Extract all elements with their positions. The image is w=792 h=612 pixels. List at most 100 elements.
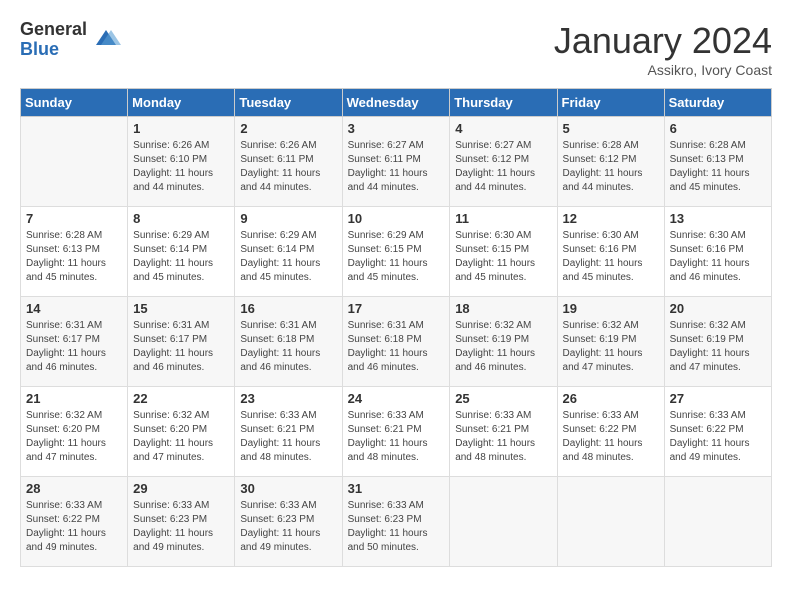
- calendar-cell: 15 Sunrise: 6:31 AMSunset: 6:17 PMDayligh…: [128, 297, 235, 387]
- logo: General Blue: [20, 20, 121, 60]
- calendar-cell: 30Sunrise: 6:33 AMSunset: 6:23 PMDayligh…: [235, 477, 342, 567]
- day-number: 27: [670, 391, 766, 406]
- day-info: Sunrise: 6:31 AMSunset: 6:17 PMDaylight:…: [26, 319, 122, 375]
- day-info: Sunrise: 6:33 AMSunset: 6:21 PMDaylight:…: [455, 409, 551, 465]
- logo-icon: [91, 25, 121, 55]
- page-header: General Blue January 2024 Assikro, Ivory…: [20, 20, 772, 78]
- calendar-cell: 16 Sunrise: 6:31 AMSunset: 6:18 PMDayligh…: [235, 297, 342, 387]
- day-number: 5: [563, 121, 659, 136]
- day-number: 6: [670, 121, 766, 136]
- day-number: 17: [348, 301, 445, 316]
- calendar-cell: 9Sunrise: 6:29 AMSunset: 6:14 PMDaylight…: [235, 207, 342, 297]
- day-info: Sunrise: 6:33 AMSunset: 6:21 PMDaylight:…: [348, 409, 445, 465]
- calendar-header-row: SundayMondayTuesdayWednesdayThursdayFrid…: [21, 89, 772, 117]
- week-row-1: 1 Sunrise: 6:26 AMSunset: 6:10 PMDaylight…: [21, 117, 772, 207]
- day-number: 22: [133, 391, 229, 406]
- calendar-cell: [21, 117, 128, 207]
- header-sunday: Sunday: [21, 89, 128, 117]
- day-info: Sunrise: 6:28 AMSunset: 6:13 PMDaylight:…: [670, 139, 766, 195]
- calendar-table: SundayMondayTuesdayWednesdayThursdayFrid…: [20, 88, 772, 567]
- day-number: 19: [563, 301, 659, 316]
- calendar-cell: 28 Sunrise: 6:33 AMSunset: 6:22 PMDayligh…: [21, 477, 128, 567]
- calendar-cell: 22Sunrise: 6:32 AMSunset: 6:20 PMDayligh…: [128, 387, 235, 477]
- day-info: Sunrise: 6:27 AMSunset: 6:12 PMDaylight:…: [455, 139, 551, 195]
- calendar-cell: 27 Sunrise: 6:33 AMSunset: 6:22 PMDayligh…: [664, 387, 771, 477]
- day-info: Sunrise: 6:31 AMSunset: 6:18 PMDaylight:…: [240, 319, 336, 375]
- calendar-cell: 18Sunrise: 6:32 AMSunset: 6:19 PMDayligh…: [450, 297, 557, 387]
- day-info: Sunrise: 6:33 AMSunset: 6:22 PMDaylight:…: [26, 499, 122, 555]
- day-info: Sunrise: 6:32 AMSunset: 6:20 PMDaylight:…: [26, 409, 122, 465]
- calendar-cell: [557, 477, 664, 567]
- day-info: Sunrise: 6:31 AMSunset: 6:18 PMDaylight:…: [348, 319, 445, 375]
- day-number: 29: [133, 481, 229, 496]
- day-number: 18: [455, 301, 551, 316]
- day-number: 25: [455, 391, 551, 406]
- day-info: Sunrise: 6:32 AMSunset: 6:19 PMDaylight:…: [563, 319, 659, 375]
- calendar-cell: 7Sunrise: 6:28 AMSunset: 6:13 PMDaylight…: [21, 207, 128, 297]
- calendar-cell: [450, 477, 557, 567]
- day-number: 8: [133, 211, 229, 226]
- calendar-cell: 25 Sunrise: 6:33 AMSunset: 6:21 PMDayligh…: [450, 387, 557, 477]
- day-info: Sunrise: 6:33 AMSunset: 6:23 PMDaylight:…: [133, 499, 229, 555]
- calendar-cell: 26 Sunrise: 6:33 AMSunset: 6:22 PMDayligh…: [557, 387, 664, 477]
- subtitle: Assikro, Ivory Coast: [554, 62, 772, 78]
- day-number: 1: [133, 121, 229, 136]
- day-info: Sunrise: 6:33 AMSunset: 6:22 PMDaylight:…: [563, 409, 659, 465]
- day-info: Sunrise: 6:31 AMSunset: 6:17 PMDaylight:…: [133, 319, 229, 375]
- week-row-2: 7Sunrise: 6:28 AMSunset: 6:13 PMDaylight…: [21, 207, 772, 297]
- header-wednesday: Wednesday: [342, 89, 450, 117]
- calendar-cell: 5 Sunrise: 6:28 AMSunset: 6:12 PMDaylight…: [557, 117, 664, 207]
- day-number: 21: [26, 391, 122, 406]
- day-number: 14: [26, 301, 122, 316]
- calendar-cell: 17 Sunrise: 6:31 AMSunset: 6:18 PMDayligh…: [342, 297, 450, 387]
- day-number: 24: [348, 391, 445, 406]
- logo-text: General Blue: [20, 20, 87, 60]
- day-number: 3: [348, 121, 445, 136]
- logo-blue: Blue: [20, 40, 87, 60]
- calendar-cell: 3 Sunrise: 6:27 AMSunset: 6:11 PMDaylight…: [342, 117, 450, 207]
- day-info: Sunrise: 6:30 AMSunset: 6:16 PMDaylight:…: [563, 229, 659, 285]
- day-info: Sunrise: 6:33 AMSunset: 6:23 PMDaylight:…: [348, 499, 445, 555]
- calendar-cell: 19 Sunrise: 6:32 AMSunset: 6:19 PMDayligh…: [557, 297, 664, 387]
- day-number: 13: [670, 211, 766, 226]
- header-thursday: Thursday: [450, 89, 557, 117]
- day-info: Sunrise: 6:28 AMSunset: 6:12 PMDaylight:…: [563, 139, 659, 195]
- day-number: 28: [26, 481, 122, 496]
- day-number: 2: [240, 121, 336, 136]
- calendar-cell: 4 Sunrise: 6:27 AMSunset: 6:12 PMDaylight…: [450, 117, 557, 207]
- day-info: Sunrise: 6:33 AMSunset: 6:21 PMDaylight:…: [240, 409, 336, 465]
- calendar-cell: 31 Sunrise: 6:33 AMSunset: 6:23 PMDayligh…: [342, 477, 450, 567]
- title-section: January 2024 Assikro, Ivory Coast: [554, 20, 772, 78]
- day-info: Sunrise: 6:26 AMSunset: 6:11 PMDaylight:…: [240, 139, 336, 195]
- day-info: Sunrise: 6:26 AMSunset: 6:10 PMDaylight:…: [133, 139, 229, 195]
- day-info: Sunrise: 6:30 AMSunset: 6:15 PMDaylight:…: [455, 229, 551, 285]
- day-number: 31: [348, 481, 445, 496]
- day-info: Sunrise: 6:27 AMSunset: 6:11 PMDaylight:…: [348, 139, 445, 195]
- day-number: 16: [240, 301, 336, 316]
- day-info: Sunrise: 6:29 AMSunset: 6:14 PMDaylight:…: [240, 229, 336, 285]
- day-number: 15: [133, 301, 229, 316]
- logo-general: General: [20, 20, 87, 40]
- day-number: 26: [563, 391, 659, 406]
- calendar-cell: 10Sunrise: 6:29 AMSunset: 6:15 PMDayligh…: [342, 207, 450, 297]
- calendar-cell: 20Sunrise: 6:32 AMSunset: 6:19 PMDayligh…: [664, 297, 771, 387]
- day-number: 30: [240, 481, 336, 496]
- header-saturday: Saturday: [664, 89, 771, 117]
- week-row-4: 21 Sunrise: 6:32 AMSunset: 6:20 PMDayligh…: [21, 387, 772, 477]
- day-info: Sunrise: 6:33 AMSunset: 6:22 PMDaylight:…: [670, 409, 766, 465]
- calendar-cell: 11Sunrise: 6:30 AMSunset: 6:15 PMDayligh…: [450, 207, 557, 297]
- calendar-cell: 6 Sunrise: 6:28 AMSunset: 6:13 PMDaylight…: [664, 117, 771, 207]
- calendar-cell: 13 Sunrise: 6:30 AMSunset: 6:16 PMDayligh…: [664, 207, 771, 297]
- day-number: 7: [26, 211, 122, 226]
- day-number: 4: [455, 121, 551, 136]
- header-friday: Friday: [557, 89, 664, 117]
- day-info: Sunrise: 6:30 AMSunset: 6:16 PMDaylight:…: [670, 229, 766, 285]
- week-row-3: 14 Sunrise: 6:31 AMSunset: 6:17 PMDayligh…: [21, 297, 772, 387]
- day-number: 10: [348, 211, 445, 226]
- calendar-cell: 29 Sunrise: 6:33 AMSunset: 6:23 PMDayligh…: [128, 477, 235, 567]
- day-number: 12: [563, 211, 659, 226]
- calendar-cell: 24 Sunrise: 6:33 AMSunset: 6:21 PMDayligh…: [342, 387, 450, 477]
- calendar-cell: 23 Sunrise: 6:33 AMSunset: 6:21 PMDayligh…: [235, 387, 342, 477]
- day-number: 23: [240, 391, 336, 406]
- header-tuesday: Tuesday: [235, 89, 342, 117]
